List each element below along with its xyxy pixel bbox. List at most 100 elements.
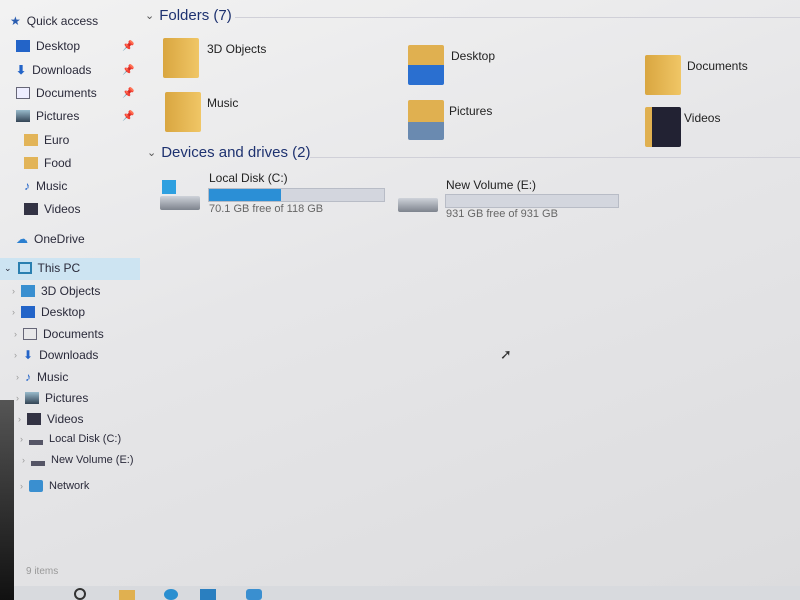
chevron-right-icon[interactable]: › bbox=[22, 455, 25, 465]
store-icon[interactable] bbox=[200, 589, 216, 600]
pin-icon[interactable]: 📌 bbox=[122, 41, 134, 52]
folder-desktop[interactable] bbox=[408, 45, 444, 85]
drive-c[interactable] bbox=[160, 180, 200, 210]
sidebar-item-3d-objects[interactable]: › 3D Objects bbox=[12, 284, 100, 298]
label: Music bbox=[36, 179, 68, 193]
label: Documents bbox=[43, 327, 104, 341]
label: Documents bbox=[36, 86, 97, 100]
pin-icon[interactable]: 📌 bbox=[122, 88, 134, 99]
hard-drive-icon bbox=[160, 196, 200, 210]
picture-icon bbox=[16, 110, 30, 122]
folder-label[interactable]: Pictures bbox=[449, 104, 492, 118]
label: Videos bbox=[44, 202, 81, 216]
drive-free-space: 70.1 GB free of 118 GB bbox=[209, 203, 324, 215]
divider bbox=[310, 157, 800, 158]
drive-icon bbox=[29, 433, 43, 445]
folder-videos[interactable] bbox=[645, 107, 681, 147]
folder-label[interactable]: Videos bbox=[684, 111, 720, 125]
sidebar-item-pictures[interactable]: Pictures bbox=[16, 109, 79, 123]
sidebar-item-documents[interactable]: › Documents bbox=[14, 327, 104, 341]
chevron-right-icon[interactable]: › bbox=[20, 481, 23, 491]
download-arrow-icon: ⬇ bbox=[23, 348, 34, 362]
folder-music[interactable] bbox=[165, 92, 201, 132]
label: Pictures bbox=[45, 391, 89, 405]
sidebar-item-euro[interactable]: Euro bbox=[24, 133, 69, 147]
sidebar-item-videos[interactable]: Videos bbox=[24, 202, 80, 216]
folder-pictures[interactable] bbox=[408, 100, 444, 140]
folder-label[interactable]: Documents bbox=[687, 59, 748, 73]
folder-documents[interactable] bbox=[645, 55, 681, 95]
drive-label[interactable]: New Volume (E:) bbox=[446, 178, 536, 192]
label: Devices and drives (2) bbox=[161, 144, 311, 161]
sidebar-item-downloads[interactable]: ⬇ Downloads bbox=[16, 63, 91, 77]
desktop-folder-icon bbox=[408, 45, 444, 85]
sidebar-item-onedrive[interactable]: ☁ OneDrive bbox=[16, 232, 85, 246]
chevron-right-icon[interactable]: › bbox=[18, 414, 21, 424]
drive-label[interactable]: Local Disk (C:) bbox=[209, 171, 288, 185]
drive-free-space: 931 GB free of 931 GB bbox=[446, 208, 558, 220]
document-icon bbox=[23, 328, 37, 340]
sidebar-item-downloads[interactable]: › ⬇ Downloads bbox=[14, 348, 98, 362]
chevron-right-icon[interactable]: › bbox=[20, 434, 23, 444]
windows-logo-icon bbox=[162, 180, 176, 194]
music-note-icon: ♪ bbox=[25, 370, 31, 384]
chevron-right-icon[interactable]: › bbox=[14, 350, 17, 360]
pin-icon[interactable]: 📌 bbox=[122, 65, 134, 76]
chevron-down-icon[interactable]: ⌄ bbox=[4, 263, 12, 274]
drive-e[interactable] bbox=[398, 198, 438, 212]
chevron-right-icon[interactable]: › bbox=[12, 286, 15, 296]
sidebar-item-new-volume[interactable]: › New Volume (E:) bbox=[22, 454, 134, 466]
mail-icon[interactable] bbox=[246, 589, 262, 600]
drive-usage-bar bbox=[445, 194, 619, 208]
sidebar-item-videos[interactable]: › Videos bbox=[18, 412, 83, 426]
sidebar-item-desktop[interactable]: › Desktop bbox=[12, 305, 85, 319]
document-icon bbox=[16, 87, 30, 99]
folder-3d-objects[interactable] bbox=[163, 38, 199, 78]
sidebar-item-local-disk[interactable]: › Local Disk (C:) bbox=[20, 433, 121, 445]
folder-label[interactable]: Desktop bbox=[451, 49, 495, 63]
chevron-right-icon[interactable]: › bbox=[16, 372, 19, 382]
sidebar-item-documents[interactable]: Documents bbox=[16, 86, 97, 100]
label: Pictures bbox=[36, 109, 80, 123]
pin-icon[interactable]: 📌 bbox=[122, 111, 134, 122]
documents-folder-icon bbox=[645, 55, 681, 95]
music-note-icon: ♪ bbox=[24, 179, 30, 193]
desktop-icon bbox=[21, 306, 35, 318]
video-icon bbox=[24, 203, 38, 215]
sidebar-quick-access[interactable]: ★ Quick access bbox=[10, 14, 98, 28]
label: Downloads bbox=[32, 63, 92, 77]
devices-group-header[interactable]: ⌄ Devices and drives (2) bbox=[147, 144, 310, 161]
chevron-right-icon[interactable]: › bbox=[16, 393, 19, 403]
folder-label[interactable]: Music bbox=[207, 96, 238, 110]
videos-folder-icon bbox=[645, 107, 681, 147]
download-arrow-icon: ⬇ bbox=[16, 63, 27, 77]
network-icon bbox=[29, 480, 43, 492]
folders-group-header[interactable]: ⌄ Folders (7) bbox=[145, 7, 232, 24]
label: New Volume (E:) bbox=[51, 454, 134, 466]
sidebar-item-food[interactable]: Food bbox=[24, 156, 71, 170]
drive-usage-bar bbox=[208, 188, 385, 202]
label: Quick access bbox=[26, 14, 99, 28]
sidebar-item-this-pc[interactable]: ⌄ This PC bbox=[4, 261, 80, 275]
sidebar-item-music[interactable]: ♪ Music bbox=[24, 179, 67, 193]
search-icon[interactable] bbox=[74, 588, 86, 600]
pictures-folder-icon bbox=[408, 100, 444, 140]
chevron-down-icon: ⌄ bbox=[145, 10, 155, 22]
picture-icon bbox=[25, 392, 39, 404]
sidebar-item-pictures[interactable]: › Pictures bbox=[16, 391, 88, 405]
video-icon bbox=[27, 413, 41, 425]
folder-label[interactable]: 3D Objects bbox=[207, 42, 266, 56]
sidebar-item-network[interactable]: › Network bbox=[20, 480, 89, 492]
status-item-count: 9 items bbox=[26, 566, 59, 577]
sidebar-item-desktop[interactable]: Desktop bbox=[16, 39, 80, 53]
sidebar-item-music[interactable]: › ♪ Music bbox=[16, 370, 68, 384]
label: 3D Objects bbox=[41, 284, 101, 298]
hard-drive-icon bbox=[398, 198, 438, 212]
edge-icon[interactable] bbox=[164, 589, 178, 600]
drive-usage-fill bbox=[209, 189, 281, 201]
file-explorer-icon[interactable] bbox=[119, 590, 135, 600]
music-folder-icon bbox=[165, 92, 201, 132]
chevron-right-icon[interactable]: › bbox=[12, 307, 15, 317]
folder-icon bbox=[24, 134, 38, 146]
chevron-right-icon[interactable]: › bbox=[14, 329, 17, 339]
